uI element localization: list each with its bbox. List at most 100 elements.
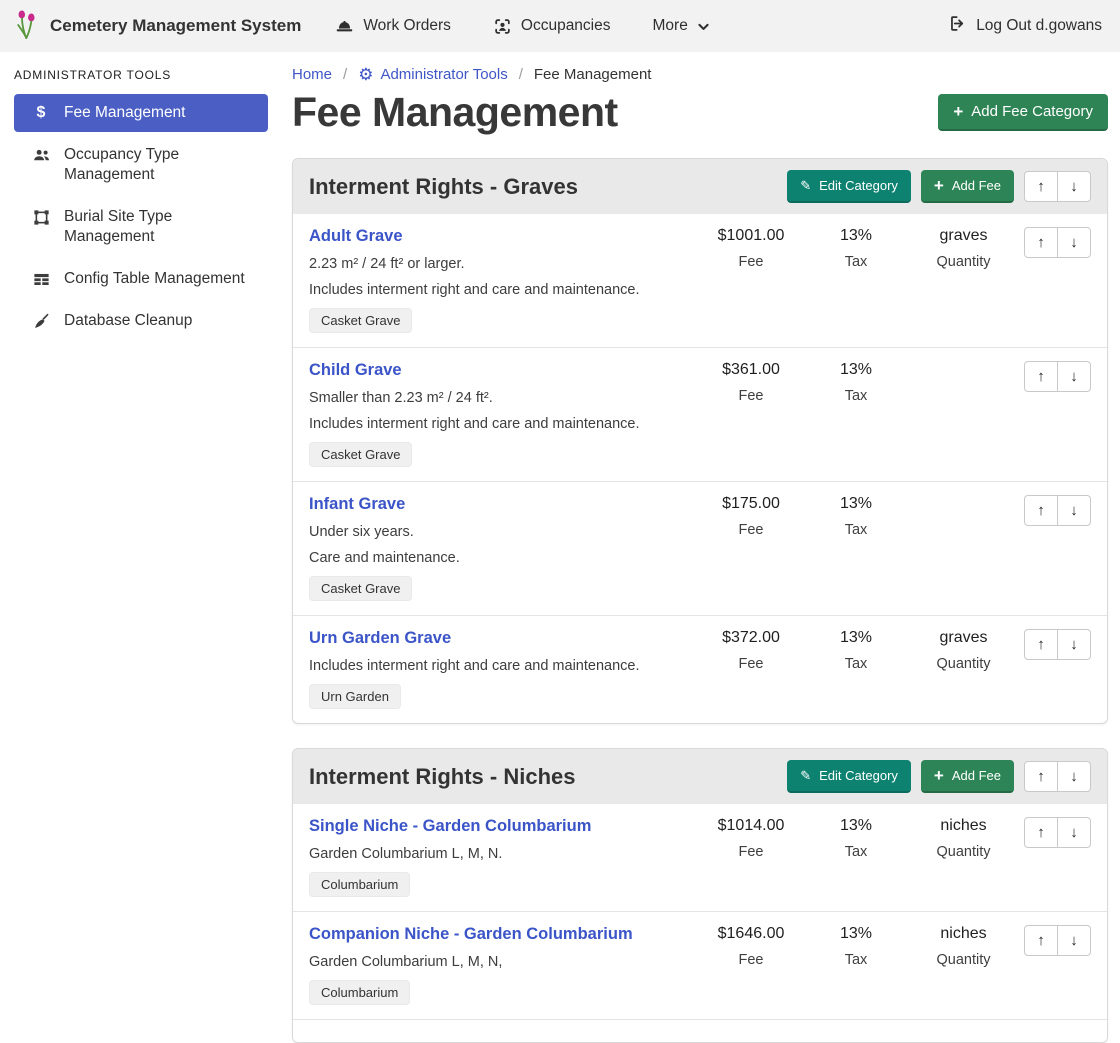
fee-type-badge: Casket Grave (309, 576, 412, 601)
fee-row-infant-grave: Infant Grave Under six years. Care and m… (293, 482, 1107, 616)
move-fee-up-button[interactable]: ↑ (1024, 361, 1058, 392)
fee-row-companion-niche: Companion Niche - Garden Columbarium Gar… (293, 912, 1107, 1020)
breadcrumb-admin-tools-link[interactable]: ⚙ Administrator Tools (358, 66, 508, 83)
fee-amount: $372.00 (696, 629, 806, 647)
nav-work-orders[interactable]: Work Orders (335, 17, 451, 36)
breadcrumb-current: Fee Management (534, 66, 652, 83)
add-fee-category-button[interactable]: + Add Fee Category (938, 94, 1108, 131)
breadcrumb-separator: / (343, 66, 347, 83)
table-icon (31, 270, 51, 289)
app-brand[interactable]: Cemetery Management System (14, 9, 301, 44)
category-header: Interment Rights - Niches ✎ Edit Categor… (293, 749, 1107, 804)
sidebar-item-fee-management[interactable]: $ Fee Management (14, 94, 268, 132)
app-title: Cemetery Management System (50, 16, 301, 36)
fee-label: Fee (696, 522, 806, 538)
fee-label: Fee (696, 656, 806, 672)
sidebar-item-label: Occupancy Type Management (64, 145, 258, 185)
sidebar-header: ADMINISTRATOR TOOLS (14, 68, 268, 82)
fee-label: Fee (696, 952, 806, 968)
breadcrumb: Home / ⚙ Administrator Tools / Fee Manag… (292, 66, 1108, 83)
nav-work-orders-label: Work Orders (363, 17, 451, 35)
fee-description: Garden Columbarium L, M, N. (309, 846, 696, 862)
top-navbar: Cemetery Management System Work Orders (0, 0, 1120, 52)
tax-amount: 13% (806, 361, 906, 379)
fee-name-link[interactable]: Companion Niche - Garden Columbarium (309, 925, 696, 944)
fee-name-link[interactable]: Adult Grave (309, 227, 696, 246)
fee-description: Includes interment right and care and ma… (309, 658, 696, 674)
tax-label: Tax (806, 522, 906, 538)
dollar-icon: $ (31, 104, 51, 122)
nav-logout[interactable]: Log Out d.gowans (948, 14, 1102, 38)
plus-icon: + (953, 105, 963, 119)
tax-amount: 13% (806, 227, 906, 245)
category-card-graves: Interment Rights - Graves ✎ Edit Categor… (292, 158, 1108, 724)
move-fee-down-button[interactable]: ↓ (1057, 629, 1091, 660)
edit-category-button[interactable]: ✎ Edit Category (787, 760, 911, 793)
page-title: Fee Management (292, 89, 618, 136)
fee-name-link[interactable]: Single Niche - Garden Columbarium (309, 817, 696, 836)
move-fee-up-button[interactable]: ↑ (1024, 629, 1058, 660)
fee-amount: $1001.00 (696, 227, 806, 245)
nav-occupancies-label: Occupancies (521, 17, 611, 35)
fee-name-link[interactable]: Child Grave (309, 361, 696, 380)
nav-more[interactable]: More (653, 17, 710, 35)
move-fee-down-button[interactable]: ↓ (1057, 925, 1091, 956)
fee-reorder-controls: ↑ ↓ (1024, 925, 1091, 956)
move-fee-down-button[interactable]: ↓ (1057, 227, 1091, 258)
sidebar-item-config-table-management[interactable]: Config Table Management (14, 260, 268, 298)
fee-label: Fee (696, 844, 806, 860)
quantity-unit: niches (906, 925, 1021, 943)
fee-name-link[interactable]: Urn Garden Grave (309, 629, 696, 648)
fee-description: Care and maintenance. (309, 550, 696, 566)
fee-reorder-controls: ↑ ↓ (1024, 361, 1091, 392)
move-fee-down-button[interactable]: ↓ (1057, 817, 1091, 848)
nav-occupancies[interactable]: Occupancies (493, 17, 611, 36)
move-fee-up-button[interactable]: ↑ (1024, 925, 1058, 956)
tax-amount: 13% (806, 629, 906, 647)
move-fee-down-button[interactable]: ↓ (1057, 495, 1091, 526)
pencil-icon: ✎ (800, 770, 811, 782)
tax-amount: 13% (806, 817, 906, 835)
fee-description: 2.23 m² / 24 ft² or larger. (309, 256, 696, 272)
add-fee-button[interactable]: + Add Fee (921, 170, 1014, 203)
fee-reorder-controls: ↑ ↓ (1024, 817, 1091, 848)
tax-label: Tax (806, 254, 906, 270)
fee-amount: $1014.00 (696, 817, 806, 835)
add-fee-button[interactable]: + Add Fee (921, 760, 1014, 793)
nav-more-label: More (653, 17, 688, 35)
move-fee-up-button[interactable]: ↑ (1024, 817, 1058, 848)
move-fee-down-button[interactable]: ↓ (1057, 361, 1091, 392)
pencil-icon: ✎ (800, 180, 811, 192)
fee-description: Garden Columbarium L, M, N, (309, 954, 696, 970)
tulip-logo-icon (14, 9, 40, 44)
fee-amount: $1646.00 (696, 925, 806, 943)
quantity-label: Quantity (906, 844, 1021, 860)
sidebar-item-occupancy-type-management[interactable]: Occupancy Type Management (14, 136, 268, 194)
plus-icon: + (934, 769, 944, 783)
quantity-label: Quantity (906, 656, 1021, 672)
fee-row-urn-garden-grave: Urn Garden Grave Includes interment righ… (293, 616, 1107, 723)
move-category-up-button[interactable]: ↑ (1024, 171, 1058, 202)
move-category-down-button[interactable]: ↓ (1057, 761, 1091, 792)
fee-reorder-controls: ↑ ↓ (1024, 495, 1091, 526)
fee-row-partial (293, 1020, 1107, 1042)
move-fee-up-button[interactable]: ↑ (1024, 495, 1058, 526)
quantity-unit: niches (906, 817, 1021, 835)
move-category-down-button[interactable]: ↓ (1057, 171, 1091, 202)
move-fee-up-button[interactable]: ↑ (1024, 227, 1058, 258)
sidebar-item-database-cleanup[interactable]: Database Cleanup (14, 302, 268, 340)
people-icon (31, 146, 51, 165)
fee-row-single-niche: Single Niche - Garden Columbarium Garden… (293, 804, 1107, 912)
tax-label: Tax (806, 952, 906, 968)
fee-name-link[interactable]: Infant Grave (309, 495, 696, 514)
quantity-label: Quantity (906, 254, 1021, 270)
move-category-up-button[interactable]: ↑ (1024, 761, 1058, 792)
sidebar-item-burial-site-type-management[interactable]: Burial Site Type Management (14, 198, 268, 256)
fee-amount: $175.00 (696, 495, 806, 513)
category-reorder-controls: ↑ ↓ (1024, 171, 1091, 202)
fee-label: Fee (696, 254, 806, 270)
breadcrumb-home-link[interactable]: Home (292, 66, 332, 83)
category-card-niches: Interment Rights - Niches ✎ Edit Categor… (292, 748, 1108, 1043)
frame-icon (31, 208, 51, 227)
edit-category-button[interactable]: ✎ Edit Category (787, 170, 911, 203)
